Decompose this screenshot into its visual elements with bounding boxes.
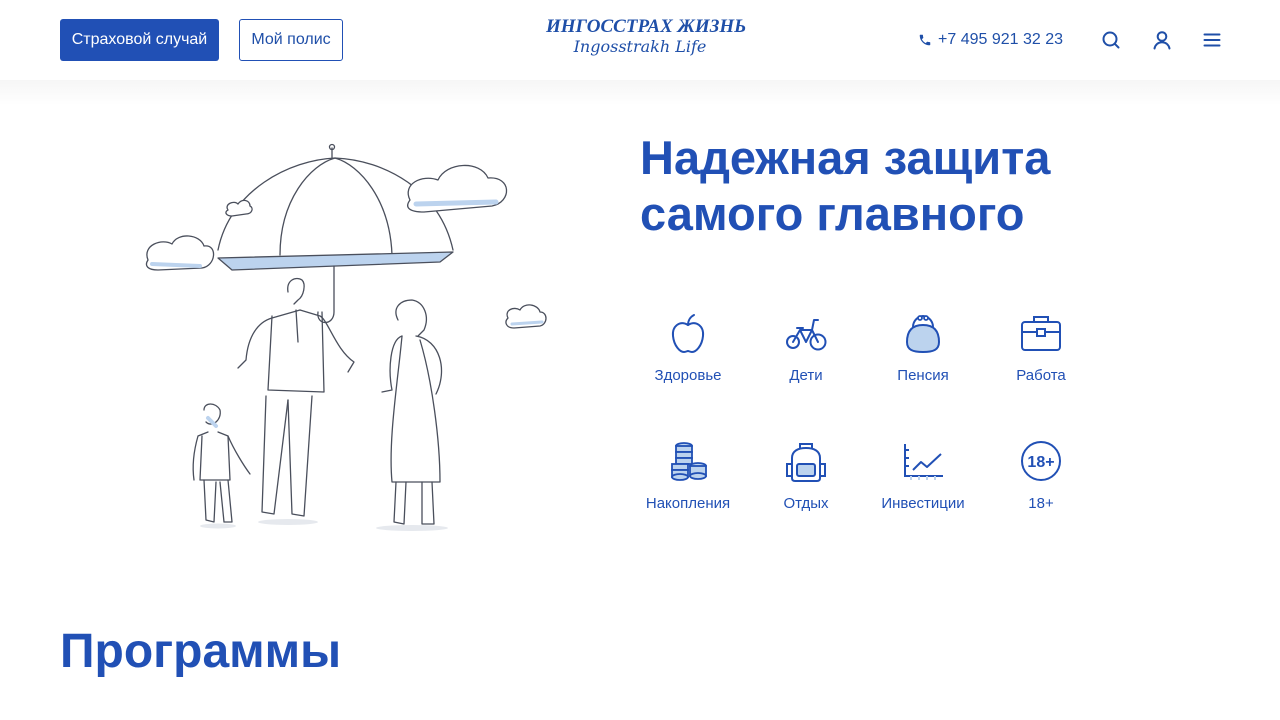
chart-icon xyxy=(904,444,943,480)
category-health[interactable]: Здоровье xyxy=(633,312,743,402)
logo-subtitle: Ingosstrakh Life xyxy=(573,37,707,56)
search-icon[interactable] xyxy=(1099,28,1123,52)
user-icon[interactable] xyxy=(1150,28,1174,52)
programs-title: Программы xyxy=(60,625,342,678)
age-badge-text: 18+ xyxy=(1027,454,1054,471)
category-pension[interactable]: Пенсия xyxy=(868,312,978,402)
bicycle-icon xyxy=(786,319,827,351)
category-kids[interactable]: Дети xyxy=(751,312,861,402)
hero-title-line-2: самого главного xyxy=(640,187,1025,240)
insurance-claim-button[interactable]: Страховой случай xyxy=(60,19,219,61)
logo-title: ИНГОССТРАХ ЖИЗНЬ xyxy=(546,16,747,37)
category-work[interactable]: Работа xyxy=(986,312,1096,402)
phone-number: +7 495 921 32 23 xyxy=(938,31,1064,48)
header: Страховой случай Мой полис ИНГОССТРАХ ЖИ… xyxy=(0,0,1280,80)
backpack-icon xyxy=(786,443,826,482)
apple-icon xyxy=(671,314,705,354)
header-divider xyxy=(0,80,1280,106)
category-label: 18+ xyxy=(1028,495,1054,512)
age-18-icon: 18+ xyxy=(1021,441,1061,481)
category-leisure[interactable]: Отдых xyxy=(751,440,861,530)
category-adults[interactable]: 18+ 18+ xyxy=(986,440,1096,530)
briefcase-icon xyxy=(1021,316,1061,351)
category-investments[interactable]: Инвестиции xyxy=(868,440,978,530)
coins-icon xyxy=(671,442,707,481)
category-label: Работа xyxy=(1016,367,1066,384)
my-policy-button[interactable]: Мой полис xyxy=(239,19,343,61)
hero-title-line-1: Надежная защита xyxy=(640,131,1051,184)
category-savings[interactable]: Накопления xyxy=(633,440,743,530)
hero-title: Надежная защита самого главного xyxy=(640,130,1200,242)
phone-icon xyxy=(919,34,931,46)
logo[interactable]: ИНГОССТРАХ ЖИЗНЬ Ingosstrakh Life xyxy=(546,16,747,64)
phone-link[interactable]: +7 495 921 32 23 xyxy=(918,29,1063,51)
menu-icon[interactable] xyxy=(1200,28,1224,52)
family-umbrella-illustration xyxy=(145,143,547,531)
purse-icon xyxy=(905,314,941,354)
